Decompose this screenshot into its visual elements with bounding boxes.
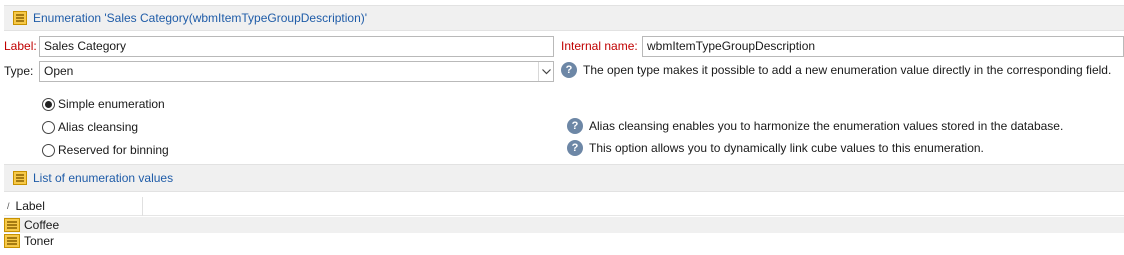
table-row[interactable]: Toner	[4, 233, 1124, 249]
radio-label: Reserved for binning	[58, 143, 169, 157]
list-title: List of enumeration values	[33, 171, 174, 185]
column-header-label[interactable]: / Label	[4, 196, 143, 216]
enumeration-icon	[13, 11, 27, 25]
radio-button[interactable]	[42, 97, 55, 111]
radio-button[interactable]	[42, 143, 55, 157]
enumeration-icon	[13, 171, 27, 185]
sort-icon: /	[7, 201, 10, 211]
radio-label: Alias cleansing	[58, 120, 139, 134]
row-label: Toner	[24, 234, 55, 248]
list-section-header: List of enumeration values	[4, 164, 1124, 192]
page-title: Enumeration 'Sales Category(wbmItemTypeG…	[33, 11, 368, 25]
type-help-text: The open type makes it possible to add a…	[583, 63, 1112, 77]
radio-simple-enumeration[interactable]: Simple enumeration	[42, 96, 165, 112]
type-select-value: Open	[44, 64, 74, 78]
label-field[interactable]: Sales Category	[39, 36, 554, 57]
help-icon[interactable]: ?	[561, 62, 577, 78]
enumeration-value-icon	[4, 234, 20, 248]
type-caption: Type:	[4, 64, 34, 78]
radio-label: Simple enumeration	[58, 97, 165, 111]
table-row[interactable]: Coffee	[4, 217, 1124, 233]
help-icon[interactable]: ?	[567, 140, 583, 156]
label-caption: Label:	[4, 39, 37, 53]
help-icon[interactable]: ?	[567, 118, 583, 134]
radio-alias-cleansing[interactable]: Alias cleansing	[42, 119, 138, 135]
internal-name-caption: Internal name:	[561, 39, 638, 53]
radio-reserved-for-binning[interactable]: Reserved for binning	[42, 142, 169, 158]
column-header-text: Label	[15, 199, 45, 213]
type-select[interactable]: Open	[39, 61, 554, 82]
enumeration-value-icon	[4, 218, 20, 232]
row-label: Coffee	[24, 218, 60, 232]
internal-name-field[interactable]: wbmItemTypeGroupDescription	[642, 36, 1124, 57]
chevron-down-icon[interactable]	[538, 62, 553, 81]
grid-header: / Label	[4, 196, 1124, 216]
alias-help-text: Alias cleansing enables you to harmonize…	[589, 119, 1064, 133]
enumeration-header: Enumeration 'Sales Category(wbmItemTypeG…	[4, 5, 1124, 31]
binning-help-text: This option allows you to dynamically li…	[589, 141, 984, 155]
radio-button[interactable]	[42, 120, 55, 134]
